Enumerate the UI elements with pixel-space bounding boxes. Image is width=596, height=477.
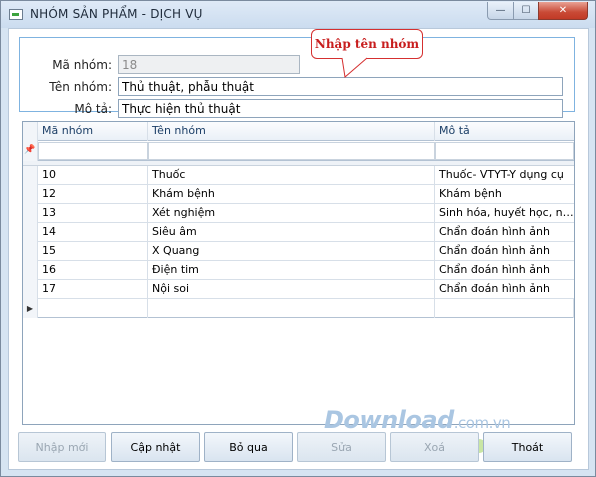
- table-row[interactable]: 13 Xét nghiệm Sinh hóa, huyết học, nước …: [23, 204, 574, 223]
- new-button[interactable]: Nhập mới: [18, 432, 106, 462]
- group-code-field[interactable]: [118, 55, 300, 74]
- title-bar[interactable]: NHÓM SẢN PHẨM - DỊCH VỤ — ☐ ✕: [1, 1, 595, 28]
- group-name-label: Tên nhóm:: [49, 80, 112, 94]
- cell-code[interactable]: 13: [38, 204, 148, 223]
- row-indicator: [23, 223, 38, 242]
- client-area: Mã nhóm: Tên nhóm: Mô tả: Nhập tên nhóm …: [8, 28, 589, 470]
- group-desc-field[interactable]: [118, 99, 563, 118]
- window-title: NHÓM SẢN PHẨM - DỊCH VỤ: [30, 7, 203, 21]
- group-grid[interactable]: Mã nhóm Tên nhóm Mô tả 📌 10 Thuốc Thuốc-…: [22, 121, 575, 425]
- new-cell-code[interactable]: [38, 299, 148, 318]
- row-indicator: [23, 204, 38, 223]
- app-window: NHÓM SẢN PHẨM - DỊCH VỤ — ☐ ✕ Mã nhóm: T…: [0, 0, 596, 477]
- cell-code[interactable]: 14: [38, 223, 148, 242]
- filter-row: 📌: [23, 141, 574, 161]
- close-button[interactable]: ✕: [538, 2, 588, 20]
- table-row[interactable]: 12 Khám bệnh Khám bệnh: [23, 185, 574, 204]
- cell-code[interactable]: 16: [38, 261, 148, 280]
- filter-cell-code[interactable]: [38, 142, 148, 160]
- cell-desc[interactable]: Chẩn đoán hình ảnh: [435, 261, 574, 280]
- cell-code[interactable]: 17: [38, 280, 148, 299]
- table-row[interactable]: 17 Nội soi Chẩn đoán hình ảnh: [23, 280, 574, 299]
- row-indicator: [23, 185, 38, 204]
- minimize-button[interactable]: —: [487, 2, 514, 20]
- header-row-indicator: [23, 122, 38, 141]
- cell-desc[interactable]: Khám bệnh: [435, 185, 574, 204]
- maximize-button[interactable]: ☐: [513, 2, 539, 20]
- cell-code[interactable]: 12: [38, 185, 148, 204]
- cell-name[interactable]: Khám bệnh: [148, 185, 435, 204]
- column-header-desc[interactable]: Mô tả: [435, 122, 574, 141]
- table-row[interactable]: 15 X Quang Chẩn đoán hình ảnh: [23, 242, 574, 261]
- cell-desc[interactable]: Sinh hóa, huyết học, nước tiểu: [435, 204, 574, 223]
- cell-name[interactable]: Nội soi: [148, 280, 435, 299]
- new-row[interactable]: ▶: [23, 299, 574, 318]
- cell-desc[interactable]: Chẩn đoán hình ảnh: [435, 242, 574, 261]
- new-cell-name[interactable]: [148, 299, 435, 318]
- column-header-code[interactable]: Mã nhóm: [38, 122, 148, 141]
- group-name-field[interactable]: [118, 77, 563, 96]
- delete-button[interactable]: Xoá: [390, 432, 479, 462]
- cell-desc[interactable]: Chẩn đoán hình ảnh: [435, 280, 574, 299]
- watermark-suffix: .com.vn: [453, 414, 511, 432]
- table-row[interactable]: 14 Siêu âm Chẩn đoán hình ảnh: [23, 223, 574, 242]
- group-details: Mã nhóm: Tên nhóm: Mô tả:: [19, 37, 575, 118]
- new-cell-desc[interactable]: [435, 299, 574, 318]
- row-indicator: [23, 242, 38, 261]
- pin-icon: 📌: [24, 145, 36, 155]
- callout-note: Nhập tên nhóm: [311, 29, 423, 59]
- watermark-logo: Download.com.vn: [324, 406, 511, 434]
- exit-button[interactable]: Thoát: [483, 432, 572, 462]
- cell-code[interactable]: 10: [38, 166, 148, 185]
- filter-cell-name[interactable]: [148, 142, 435, 160]
- cell-name[interactable]: Xét nghiệm: [148, 204, 435, 223]
- row-pointer-icon: ▶: [26, 304, 34, 313]
- cell-name[interactable]: X Quang: [148, 242, 435, 261]
- update-button[interactable]: Cập nhật: [111, 432, 200, 462]
- cell-code[interactable]: 15: [38, 242, 148, 261]
- callout-pointer: [341, 57, 368, 78]
- cell-name[interactable]: Thuốc: [148, 166, 435, 185]
- group-desc-label: Mô tả:: [74, 102, 112, 116]
- row-indicator: [23, 166, 38, 185]
- skip-button[interactable]: Bỏ qua: [204, 432, 293, 462]
- table-row[interactable]: 16 Điện tim Chẩn đoán hình ảnh: [23, 261, 574, 280]
- new-row-indicator: ▶: [23, 299, 38, 318]
- row-indicator: [23, 280, 38, 299]
- edit-button[interactable]: Sửa: [297, 432, 386, 462]
- cell-desc[interactable]: Thuốc- VTYT-Y dụng cụ: [435, 166, 574, 185]
- group-code-label: Mã nhóm:: [52, 58, 112, 72]
- cell-desc[interactable]: Chẩn đoán hình ảnh: [435, 223, 574, 242]
- row-indicator: [23, 261, 38, 280]
- cell-name[interactable]: Điện tim: [148, 261, 435, 280]
- column-header-name[interactable]: Tên nhóm: [148, 122, 435, 141]
- cell-name[interactable]: Siêu âm: [148, 223, 435, 242]
- filter-cell-desc[interactable]: [435, 142, 574, 160]
- filter-row-indicator: 📌: [23, 141, 38, 161]
- watermark-brand: Download: [324, 406, 454, 434]
- grid-header: Mã nhóm Tên nhóm Mô tả: [23, 122, 574, 141]
- app-icon: [9, 9, 23, 20]
- table-row[interactable]: 10 Thuốc Thuốc- VTYT-Y dụng cụ: [23, 166, 574, 185]
